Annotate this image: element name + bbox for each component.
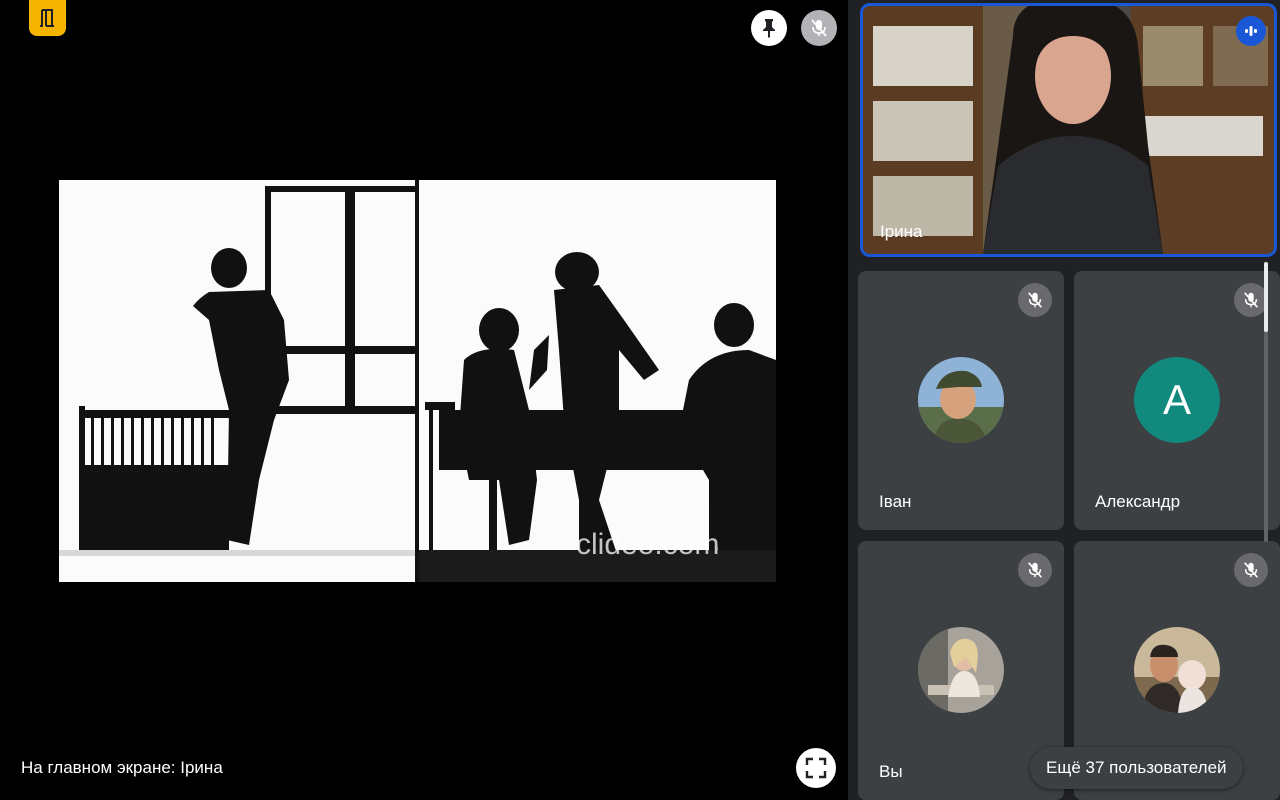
more-participants-button[interactable]: Ещё 37 пользователей xyxy=(1030,747,1243,789)
main-stage: clideo.com На главном экране: Ірина xyxy=(0,0,848,800)
pin-icon xyxy=(763,19,775,38)
mic-off-indicator xyxy=(1018,553,1052,587)
mic-off-icon xyxy=(1244,562,1258,578)
scrollbar-thumb[interactable] xyxy=(1264,262,1268,332)
watermark: clideo.com xyxy=(576,528,720,561)
mic-off-icon xyxy=(1028,292,1042,308)
avatar: A xyxy=(1134,357,1220,443)
mic-off-icon xyxy=(1028,562,1042,578)
mic-off-icon xyxy=(811,19,827,37)
participant-name: Іван xyxy=(879,492,912,511)
avatar xyxy=(918,357,1004,443)
mic-off-indicator xyxy=(1234,283,1268,317)
avatar xyxy=(1134,627,1220,713)
active-speaker-tile[interactable]: Ірина xyxy=(860,3,1277,257)
spotlight-caption: На главном экране: Ірина xyxy=(21,758,223,777)
presentation-image xyxy=(59,180,776,582)
speaking-indicator-icon xyxy=(1245,26,1257,36)
mic-off-indicator xyxy=(1018,283,1052,317)
participant-video xyxy=(863,6,1274,254)
pin-button[interactable] xyxy=(751,10,787,46)
mic-off-indicator xyxy=(1234,553,1268,587)
participant-tile[interactable]: A Александр xyxy=(1074,271,1280,530)
door-icon xyxy=(39,9,54,27)
main-mic-off-indicator xyxy=(801,10,837,46)
speaking-indicator xyxy=(1236,16,1266,46)
participant-tile[interactable]: Іван xyxy=(858,271,1064,530)
active-speaker-name: Ірина xyxy=(880,222,923,241)
app-badge[interactable] xyxy=(29,0,66,36)
avatar xyxy=(918,627,1004,713)
mic-off-icon xyxy=(1244,292,1258,308)
participants-scrollbar[interactable] xyxy=(1264,262,1268,542)
participant-name: Вы xyxy=(879,762,903,781)
presentation-video xyxy=(59,180,776,582)
fullscreen-button[interactable] xyxy=(796,748,836,788)
fullscreen-icon xyxy=(805,757,827,779)
participant-name: Александр xyxy=(1095,492,1181,511)
